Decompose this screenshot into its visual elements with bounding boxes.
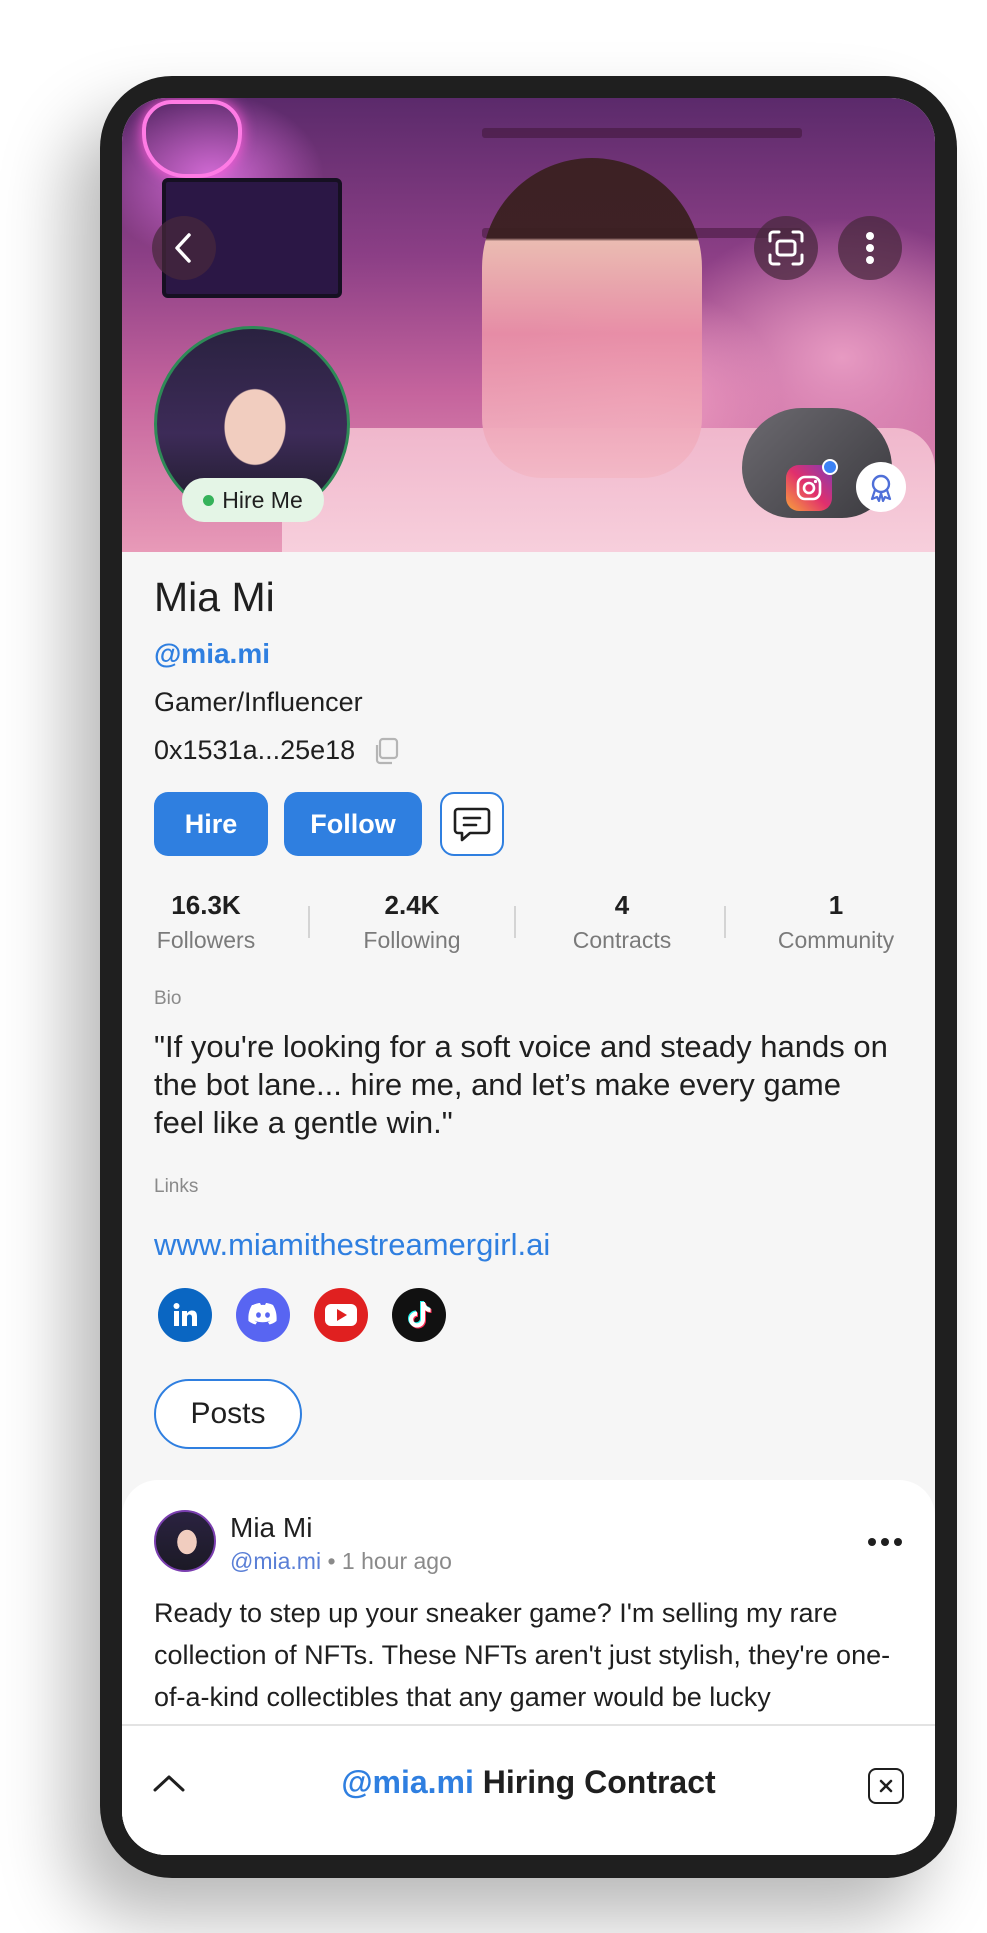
close-icon [879, 1779, 893, 1793]
scan-icon [768, 230, 804, 266]
stat-label: Contracts [572, 927, 672, 953]
status-dot [203, 494, 215, 506]
chat-icon [453, 807, 491, 842]
award-icon [870, 474, 892, 502]
stat-divider [308, 906, 310, 938]
stat-contracts[interactable]: 4 Contracts [566, 890, 678, 954]
hire-me-badge[interactable]: Hire Me [182, 478, 324, 522]
instagram-verified-badge[interactable] [786, 459, 838, 511]
post-author-avatar[interactable] [154, 1510, 216, 1572]
stat-value: 4 [614, 890, 630, 920]
streamer-figure [482, 158, 702, 478]
profile-name: Mia Mi [154, 574, 275, 620]
more-horizontal-icon [881, 1538, 889, 1546]
wallet-address: 0x1531a...25e18 [154, 735, 401, 766]
neon-cat-sign [142, 100, 242, 178]
profile-role: Gamer/Influencer [154, 687, 363, 717]
hire-me-label: Hire Me [222, 486, 303, 513]
shelf [482, 128, 802, 138]
links-label: Links [154, 1176, 199, 1197]
youtube-icon [325, 1304, 357, 1326]
profile-screen: Hire Me Mia Mi @mia.mi Gamer/Influencer … [122, 98, 935, 1855]
bio-text: "If you're looking for a soft voice and … [154, 1029, 888, 1140]
hire-button[interactable]: Hire [154, 792, 268, 856]
profile-handle[interactable]: @mia.mi [154, 638, 270, 670]
linkedin-button[interactable] [158, 1288, 212, 1342]
verified-check-icon [822, 459, 838, 475]
stat-value: 16.3K [171, 890, 241, 920]
post-more-button[interactable] [868, 1538, 902, 1546]
contract-title-text: Hiring Contract [482, 1764, 716, 1800]
stat-divider [514, 906, 516, 938]
linkedin-icon [173, 1303, 197, 1326]
tab-posts[interactable]: Posts [154, 1379, 302, 1449]
stat-value: 2.4K [384, 890, 440, 920]
more-options-button[interactable] [838, 216, 902, 280]
copy-icon[interactable] [371, 736, 401, 766]
discord-button[interactable] [236, 1288, 290, 1342]
tiktok-button[interactable] [392, 1288, 446, 1342]
stat-label: Following [363, 927, 461, 953]
scan-button[interactable] [754, 216, 818, 280]
stat-divider [724, 906, 726, 938]
discord-icon [248, 1303, 277, 1325]
post-timestamp: • 1 hour ago [327, 1548, 452, 1574]
chevron-left-icon [175, 233, 191, 263]
stat-following[interactable]: 2.4K Following [360, 890, 464, 954]
stat-community[interactable]: 1 Community [772, 890, 900, 954]
instagram-icon [796, 475, 822, 501]
message-button[interactable] [440, 792, 504, 856]
tiktok-icon [408, 1301, 432, 1329]
post-author-handle[interactable]: @mia.mi [230, 1548, 321, 1574]
post-body: Ready to step up your sneaker game? I'm … [154, 1598, 891, 1712]
close-contract-button[interactable] [868, 1768, 904, 1804]
stat-followers[interactable]: 16.3K Followers [154, 890, 258, 954]
award-badge[interactable] [856, 462, 906, 512]
stat-value: 1 [828, 890, 844, 920]
contract-handle: @mia.mi [341, 1764, 474, 1800]
stat-label: Community [777, 927, 895, 953]
website-link[interactable]: www.miamithestreamergirl.ai [154, 1227, 550, 1263]
stat-label: Followers [156, 927, 256, 953]
wallet-address-text: 0x1531a...25e18 [154, 735, 356, 765]
more-horizontal-icon [894, 1538, 902, 1546]
more-horizontal-icon [868, 1538, 876, 1546]
youtube-button[interactable] [314, 1288, 368, 1342]
bio-label: Bio [154, 988, 182, 1009]
profile-stats: 16.3K Followers 2.4K Following 4 Contrac… [154, 890, 904, 954]
follow-button[interactable]: Follow [284, 792, 422, 856]
back-button[interactable] [152, 216, 216, 280]
post-author-name[interactable]: Mia Mi [230, 1512, 312, 1544]
post-meta: @mia.mi • 1 hour ago [230, 1548, 452, 1575]
more-vertical-icon [866, 232, 874, 264]
contract-title: @mia.mi Hiring Contract [122, 1764, 935, 1801]
hiring-contract-bar[interactable]: @mia.mi Hiring Contract [122, 1724, 935, 1855]
